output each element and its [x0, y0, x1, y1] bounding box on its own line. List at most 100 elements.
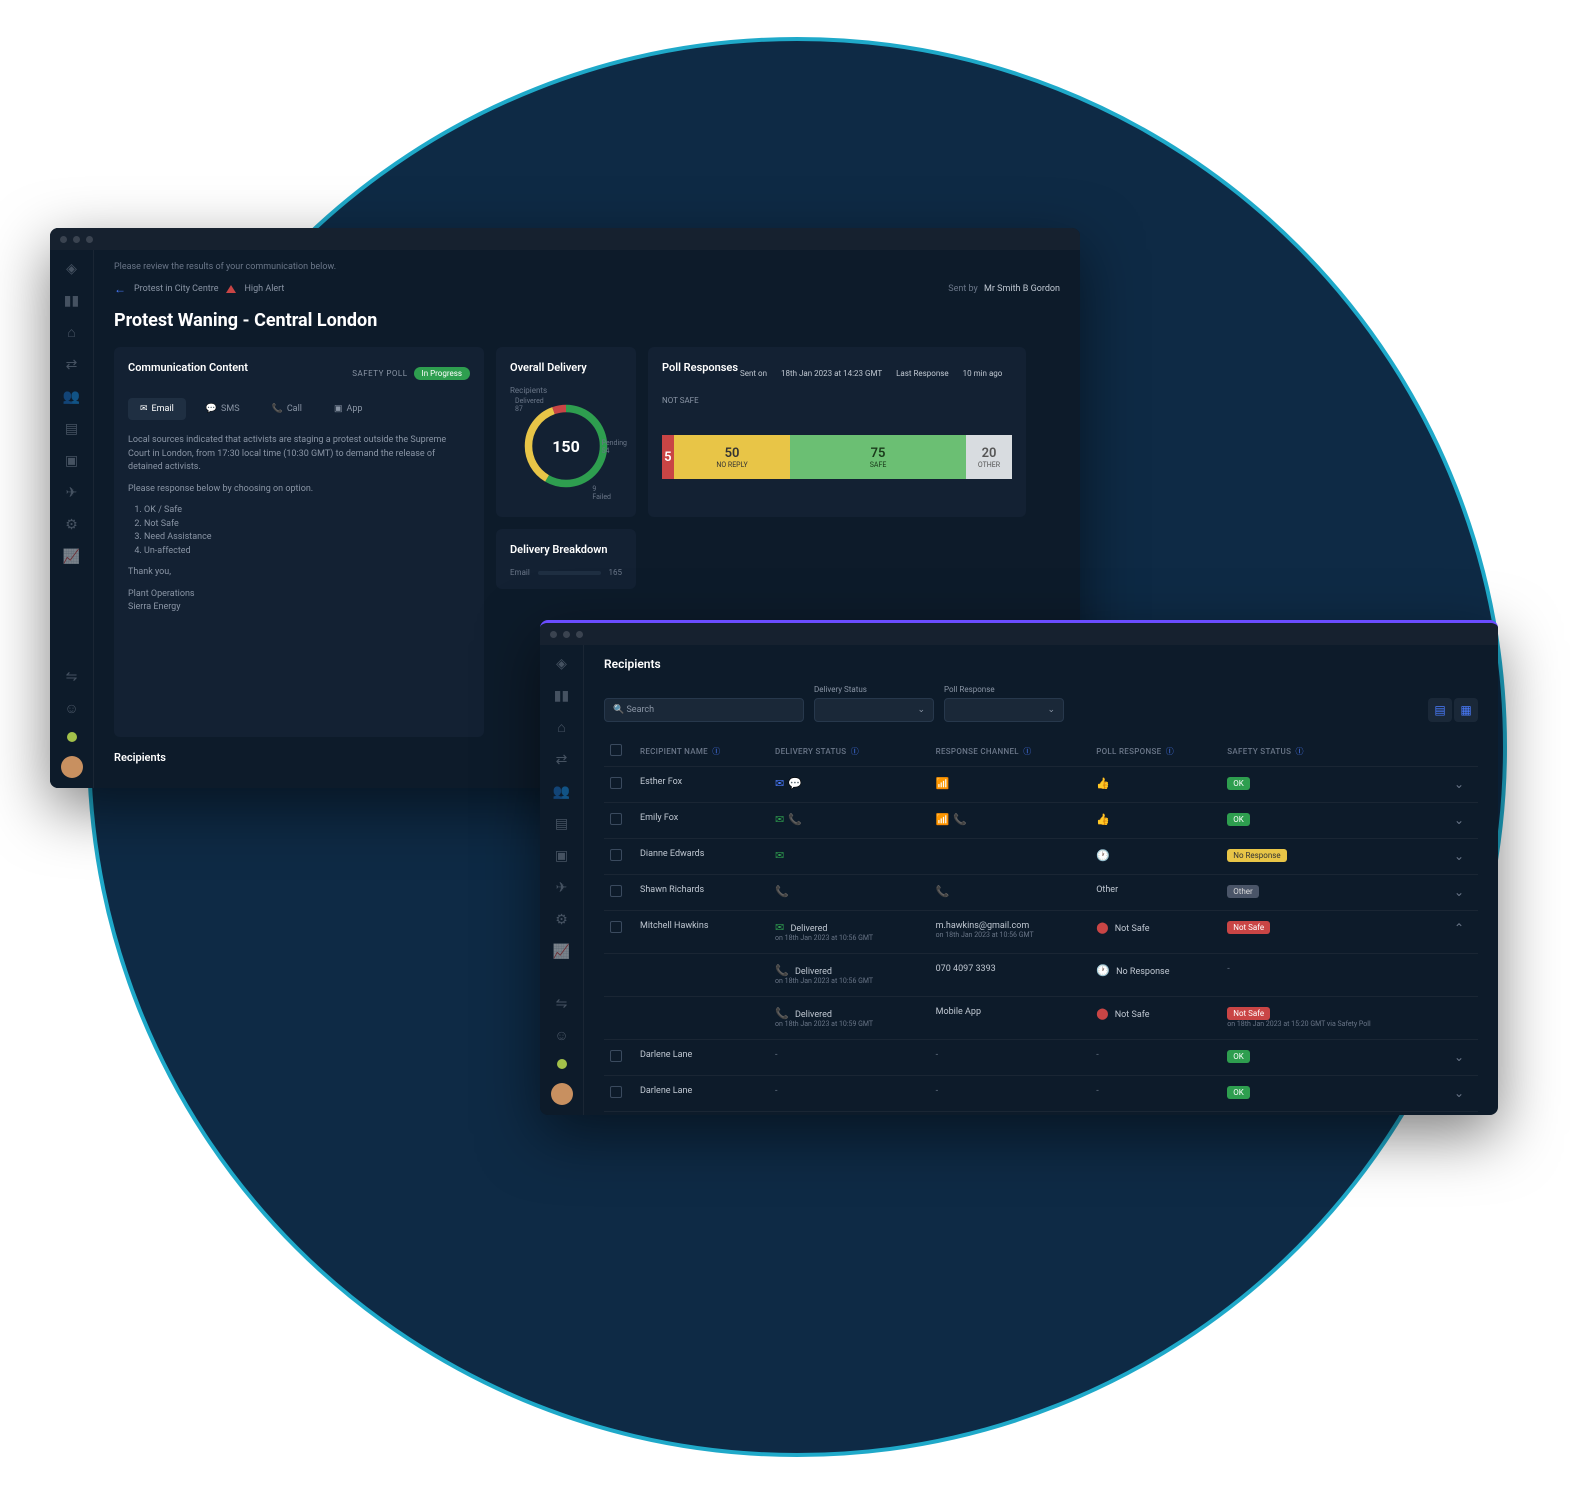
card-title: Overall Delivery	[510, 361, 622, 374]
table-row[interactable]: Shawn Richards 📞 📞 Other Other ⌄	[604, 875, 1478, 911]
thumb-up-icon: 👍	[1096, 813, 1110, 826]
view-list-button[interactable]: ▤	[1428, 698, 1452, 722]
table-row-detail: 📞 Deliveredon 18th Jan 2023 at 10:59 GMT…	[604, 997, 1478, 1040]
mail-icon: ✉	[775, 813, 784, 826]
nav-icon[interactable]: ▮▮	[63, 292, 81, 310]
card-title: Poll Responses	[662, 361, 738, 374]
row-checkbox[interactable]	[610, 1050, 622, 1062]
table-row[interactable]: Emily Fox ✉📞 📶📞 👍 OK ⌄	[604, 803, 1478, 839]
table-row[interactable]: Darlene Lane - - - OK ⌄	[604, 1040, 1478, 1076]
delivery-status-select[interactable]: ⌄	[814, 698, 934, 722]
chevron-down-icon[interactable]: ⌄	[1454, 885, 1464, 899]
col-response-channel: RESPONSE CHANNEL ⓘ	[930, 736, 1091, 767]
nav-icon[interactable]: ✈	[553, 879, 571, 897]
logo-icon: ◈	[553, 655, 571, 673]
col-name: RECIPIENT NAME ⓘ	[634, 736, 769, 767]
nav-icon[interactable]: 📈	[553, 943, 571, 961]
table-row[interactable]: Darlene Lane - - - OK ⌄	[604, 1076, 1478, 1112]
nav-icon[interactable]: 👥	[553, 783, 571, 801]
nav-icon[interactable]: ▣	[553, 847, 571, 865]
nav-icon[interactable]: ⇄	[553, 751, 571, 769]
avatar[interactable]	[551, 1083, 573, 1105]
col-delivery-status: DELIVERY STATUS ⓘ	[769, 736, 930, 767]
settings-icon[interactable]: ⇋	[63, 668, 81, 686]
status-badge: OK	[1227, 1086, 1250, 1099]
status-badge: OK	[1227, 777, 1250, 790]
safety-poll-label: SAFETY POLL	[352, 369, 407, 378]
page-title: Protest Waning - Central London	[114, 310, 1060, 331]
card-title: Delivery Breakdown	[510, 543, 622, 556]
table-row[interactable]: Esther Fox ✉💬 📶 👍 OK ⌄	[604, 767, 1478, 803]
logo-icon: ◈	[63, 260, 81, 278]
breadcrumb-item[interactable]: Protest in City Centre	[134, 284, 218, 294]
tab-app[interactable]: ▣App	[322, 398, 375, 420]
phone-icon: 📞	[936, 885, 950, 898]
info-icon[interactable]: ⓘ	[1166, 747, 1174, 756]
info-icon[interactable]: ⓘ	[1023, 747, 1031, 756]
select-all-checkbox[interactable]	[610, 744, 622, 756]
nav-icon[interactable]: ⌂	[63, 324, 81, 342]
table-row[interactable]: Dianne Edwards ✉ 🕐 No Response ⌄	[604, 839, 1478, 875]
nav-icon[interactable]: ✈	[63, 484, 81, 502]
nav-icon[interactable]: ⌂	[553, 719, 571, 737]
chevron-up-icon[interactable]: ⌃	[1454, 921, 1464, 935]
nav-icon[interactable]: ⚙	[63, 516, 81, 534]
col-poll-response: POLL RESPONSE ⓘ	[1090, 736, 1221, 767]
settings-icon[interactable]: ⇋	[553, 995, 571, 1013]
nav-icon[interactable]: ⇄	[63, 356, 81, 374]
search-input[interactable]: 🔍 Search	[604, 698, 804, 722]
user-icon[interactable]: ☺	[553, 1027, 571, 1045]
nav-icon[interactable]: ▮▮	[553, 687, 571, 705]
row-checkbox[interactable]	[610, 885, 622, 897]
chevron-down-icon[interactable]: ⌄	[1454, 777, 1464, 791]
row-checkbox[interactable]	[610, 921, 622, 933]
danger-icon: ⬤	[1096, 1007, 1108, 1020]
donut-total: 150	[521, 401, 611, 491]
tab-email[interactable]: ✉Email	[128, 398, 186, 420]
table-row-expanded[interactable]: Mitchell Hawkins ✉ Deliveredon 18th Jan …	[604, 911, 1478, 954]
table-row-detail: 📞 Deliveredon 18th Jan 2023 at 10:56 GMT…	[604, 954, 1478, 997]
view-grid-button[interactable]: ▦	[1454, 698, 1478, 722]
chevron-down-icon[interactable]: ⌄	[1454, 1086, 1464, 1100]
nav-icon[interactable]: 👥	[63, 388, 81, 406]
info-icon[interactable]: ⓘ	[851, 747, 859, 756]
recipients-table: RECIPIENT NAME ⓘ DELIVERY STATUS ⓘ RESPO…	[604, 736, 1478, 1112]
info-icon[interactable]: ⓘ	[1296, 747, 1304, 756]
nav-icon[interactable]: ⚙	[553, 911, 571, 929]
traffic-light-icon	[86, 236, 93, 243]
row-checkbox[interactable]	[610, 813, 622, 825]
nav-icon[interactable]: ▣	[63, 452, 81, 470]
nav-icon[interactable]: ▤	[553, 815, 571, 833]
back-arrow-icon[interactable]: ←	[114, 282, 126, 296]
sidebar-nav: ◈ ▮▮ ⌂ ⇄ 👥 ▤ ▣ ✈ ⚙ 📈 ⇋ ☺	[50, 250, 94, 788]
signal-icon: 📶	[936, 777, 950, 790]
filter-row: 🔍 Search Delivery Status ⌄ Poll Response…	[604, 685, 1478, 722]
info-icon[interactable]: ⓘ	[712, 747, 720, 756]
phone-icon: 📞	[775, 885, 789, 898]
status-badge: Not Safe	[1227, 921, 1270, 934]
tab-call[interactable]: 📞Call	[260, 398, 314, 420]
nav-icon[interactable]: 📈	[63, 548, 81, 566]
tab-sms[interactable]: 💬SMS	[194, 398, 252, 420]
chevron-down-icon: ⌄	[917, 705, 925, 715]
traffic-light-icon	[60, 236, 67, 243]
danger-icon: ⬤	[1096, 921, 1108, 934]
page-title: Recipients	[604, 657, 1478, 671]
poll-response-select[interactable]: ⌄	[944, 698, 1064, 722]
status-dot-icon	[67, 732, 77, 742]
chevron-down-icon[interactable]: ⌄	[1454, 813, 1464, 827]
row-checkbox[interactable]	[610, 849, 622, 861]
user-icon[interactable]: ☺	[63, 700, 81, 718]
chevron-down-icon[interactable]: ⌄	[1454, 1050, 1464, 1064]
phone-icon: 📞	[775, 964, 789, 977]
app-icon: ▣	[334, 404, 343, 414]
sms-icon: 💬	[206, 404, 217, 414]
nav-icon[interactable]: ▤	[63, 420, 81, 438]
row-checkbox[interactable]	[610, 1086, 622, 1098]
delivery-breakdown-card: Delivery Breakdown Email 165	[496, 529, 636, 589]
row-checkbox[interactable]	[610, 777, 622, 789]
donut-chart: 150 Delivered87 Pending54 9Failed	[521, 401, 611, 491]
chevron-down-icon[interactable]: ⌄	[1454, 849, 1464, 863]
col-safety-status: SAFETY STATUS ⓘ	[1221, 736, 1448, 767]
avatar[interactable]	[61, 756, 83, 778]
